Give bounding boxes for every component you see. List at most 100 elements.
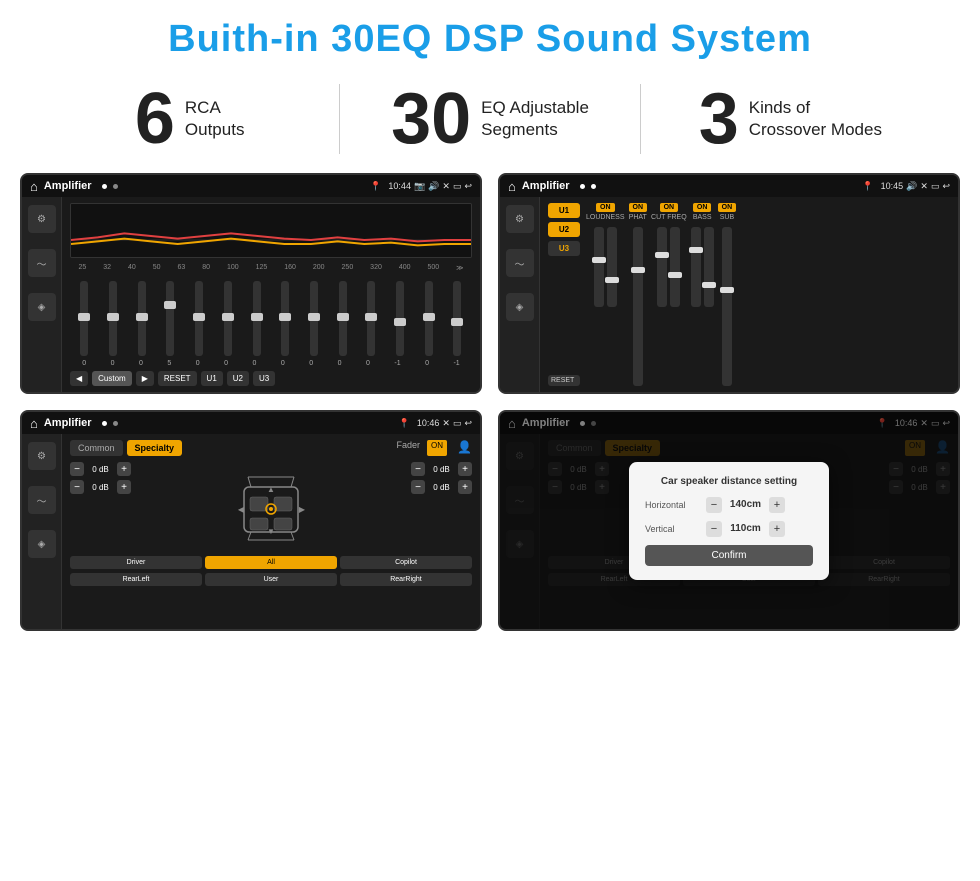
crossover-controls: ON LOUDNESS ON bbox=[586, 203, 950, 386]
eq-slider-10[interactable] bbox=[339, 281, 347, 356]
svg-text:▶: ▶ bbox=[299, 505, 306, 514]
eq-main: 253240506380100125160200250320400500≫ bbox=[62, 197, 480, 392]
stat-label-rca: RCA Outputs bbox=[185, 97, 245, 141]
eq-slider-6[interactable] bbox=[224, 281, 232, 356]
loudness-on-badge[interactable]: ON bbox=[596, 203, 615, 212]
speaker-controls-right: − 0 dB + − 0 dB + bbox=[319, 462, 472, 552]
crossover-app-title: Amplifier bbox=[522, 180, 570, 192]
eq-sidebar-btn-3[interactable]: ◈ bbox=[28, 293, 56, 321]
eq-slider-9[interactable] bbox=[310, 281, 318, 356]
eq-u3-btn[interactable]: U3 bbox=[253, 371, 275, 386]
crossover-screen-content: ⚙ 〜 ◈ U1 U2 U3 RESET ON LOUDNESS bbox=[500, 197, 958, 392]
cutfreq-on-badge[interactable]: ON bbox=[660, 203, 679, 212]
eq-slider-3[interactable] bbox=[138, 281, 146, 356]
eq-u2-btn[interactable]: U2 bbox=[227, 371, 249, 386]
fader-minimize-icon: ▭ bbox=[453, 418, 462, 429]
eq-u1-btn[interactable]: U1 bbox=[201, 371, 223, 386]
fader-sidebar-btn-1[interactable]: ⚙ bbox=[28, 442, 56, 470]
bass-slider-2[interactable] bbox=[704, 227, 714, 307]
bass-slider-1[interactable] bbox=[691, 227, 701, 307]
sub-slider[interactable] bbox=[722, 227, 732, 386]
fader-on-badge[interactable]: ON bbox=[427, 440, 447, 456]
btn-rearleft[interactable]: RearLeft bbox=[70, 573, 202, 586]
btn-all[interactable]: All bbox=[205, 556, 337, 569]
cutfreq-label: CUT FREQ bbox=[651, 214, 687, 221]
eq-values: 00050000000-10-1 bbox=[70, 360, 472, 367]
eq-screen-card: ⌂ Amplifier 📍 10:44 📷 🔊 ✕ ▭ ↩ ⚙ 〜 ◈ bbox=[20, 173, 482, 394]
eq-slider-8[interactable] bbox=[281, 281, 289, 356]
eq-slider-13[interactable] bbox=[425, 281, 433, 356]
sub-on-badge[interactable]: ON bbox=[718, 203, 737, 212]
eq-reset-btn[interactable]: RESET bbox=[158, 371, 197, 386]
eq-slider-5[interactable] bbox=[195, 281, 203, 356]
bass-on-badge[interactable]: ON bbox=[693, 203, 712, 212]
eq-slider-12[interactable] bbox=[396, 281, 404, 356]
eq-bottom-bar: ◀ Custom ▶ RESET U1 U2 U3 bbox=[70, 371, 472, 386]
loudness-slider-2[interactable] bbox=[607, 227, 617, 307]
vol2-plus[interactable]: + bbox=[117, 480, 131, 494]
vol4-plus[interactable]: + bbox=[458, 480, 472, 494]
home-icon: ⌂ bbox=[30, 179, 38, 194]
preset-u1[interactable]: U1 bbox=[548, 203, 580, 218]
preset-u3[interactable]: U3 bbox=[548, 241, 580, 256]
preset-u2[interactable]: U2 bbox=[548, 222, 580, 237]
fader-dot-1 bbox=[102, 421, 107, 426]
fader-tab-common[interactable]: Common bbox=[70, 440, 123, 456]
fader-close-icon: ✕ bbox=[442, 418, 450, 429]
loudness-label: LOUDNESS bbox=[586, 214, 625, 221]
eq-status-icons: 📍 10:44 📷 🔊 ✕ ▭ ↩ bbox=[370, 181, 472, 192]
vol3-minus[interactable]: − bbox=[411, 462, 425, 476]
vol-row-4: − 0 dB + bbox=[411, 480, 472, 494]
distance-screen-card: ⌂ Amplifier 📍 10:46 ✕ ▭ ↩ ⚙ 〜 ◈ Common bbox=[498, 410, 960, 631]
eq-sidebar-btn-2[interactable]: 〜 bbox=[28, 249, 56, 277]
crossover-dot-1 bbox=[580, 184, 585, 189]
phat-slider[interactable] bbox=[633, 227, 643, 386]
vol2-minus[interactable]: − bbox=[70, 480, 84, 494]
eq-play-btn[interactable]: ▶ bbox=[136, 371, 154, 386]
eq-slider-1[interactable] bbox=[80, 281, 88, 356]
dialog-vertical-minus[interactable]: − bbox=[706, 521, 722, 537]
dialog-overlay: Car speaker distance setting Horizontal … bbox=[500, 412, 958, 629]
vol4-minus[interactable]: − bbox=[411, 480, 425, 494]
cutfreq-slider-1[interactable] bbox=[657, 227, 667, 307]
vol1-minus[interactable]: − bbox=[70, 462, 84, 476]
svg-text:◀: ◀ bbox=[238, 505, 245, 514]
distance-dialog: Car speaker distance setting Horizontal … bbox=[629, 462, 829, 580]
cutfreq-slider-2[interactable] bbox=[670, 227, 680, 307]
confirm-button[interactable]: Confirm bbox=[645, 545, 813, 566]
dialog-horizontal-plus[interactable]: + bbox=[769, 497, 785, 513]
fader-sidebar-btn-2[interactable]: 〜 bbox=[28, 486, 56, 514]
eq-slider-14[interactable] bbox=[453, 281, 461, 356]
stat-crossover: 3 Kinds of Crossover Modes bbox=[661, 83, 920, 155]
crossover-sidebar-btn-3[interactable]: ◈ bbox=[506, 293, 534, 321]
fader-bottom-btns: Driver All Copilot bbox=[70, 556, 472, 569]
eq-slider-7[interactable] bbox=[253, 281, 261, 356]
eq-sidebar-btn-1[interactable]: ⚙ bbox=[28, 205, 56, 233]
vol3-plus[interactable]: + bbox=[458, 462, 472, 476]
btn-copilot[interactable]: Copilot bbox=[340, 556, 472, 569]
btn-rearright[interactable]: RearRight bbox=[340, 573, 472, 586]
eq-slider-4[interactable] bbox=[166, 281, 174, 356]
vol1-plus[interactable]: + bbox=[117, 462, 131, 476]
fader-status-icons: 📍 10:46 ✕ ▭ ↩ bbox=[399, 418, 472, 429]
dialog-horizontal-minus[interactable]: − bbox=[706, 497, 722, 513]
fader-time: 10:46 bbox=[417, 418, 440, 428]
eq-slider-2[interactable] bbox=[109, 281, 117, 356]
crossover-dot-2 bbox=[591, 184, 596, 189]
dialog-vertical-label: Vertical bbox=[645, 524, 700, 534]
phat-on-badge[interactable]: ON bbox=[629, 203, 648, 212]
fader-sidebar-btn-3[interactable]: ◈ bbox=[28, 530, 56, 558]
eq-prev-btn[interactable]: ◀ bbox=[70, 371, 88, 386]
eq-slider-11[interactable] bbox=[367, 281, 375, 356]
fader-tab-specialty[interactable]: Specialty bbox=[127, 440, 183, 456]
btn-driver[interactable]: Driver bbox=[70, 556, 202, 569]
dialog-vertical-plus[interactable]: + bbox=[769, 521, 785, 537]
crossover-sidebar-btn-2[interactable]: 〜 bbox=[506, 249, 534, 277]
stat-rca: 6 RCA Outputs bbox=[60, 83, 319, 155]
crossover-reset-btn[interactable]: RESET bbox=[548, 375, 580, 386]
fader-back-icon: ↩ bbox=[464, 418, 472, 429]
loudness-slider-1[interactable] bbox=[594, 227, 604, 307]
crossover-sidebar-btn-1[interactable]: ⚙ bbox=[506, 205, 534, 233]
btn-user[interactable]: User bbox=[205, 573, 337, 586]
eq-custom-btn[interactable]: Custom bbox=[92, 371, 132, 386]
